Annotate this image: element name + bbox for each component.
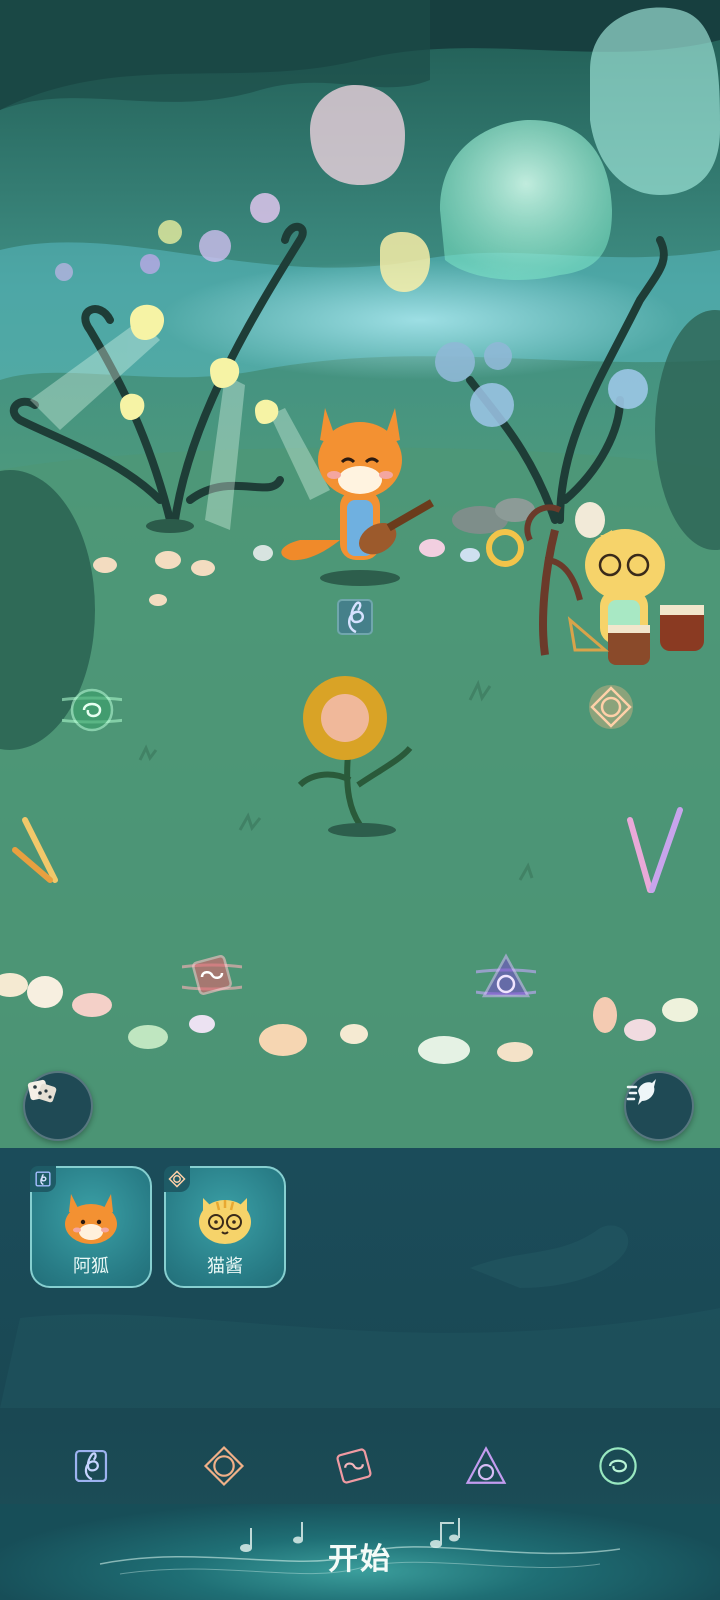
card-instrument-tag	[164, 1166, 190, 1192]
running-spirit-icon	[626, 1079, 656, 1105]
tab-pink-tablet[interactable]	[326, 1438, 382, 1494]
character-name-label: 猫酱	[207, 1256, 243, 1277]
green-swirl-rune-icon	[62, 688, 122, 732]
tab-diamond[interactable]	[196, 1438, 252, 1494]
diamond-rune-icon	[589, 685, 633, 729]
treble-clef-rune-icon	[35, 1171, 51, 1187]
diamond-rune-icon	[203, 1445, 245, 1487]
green-swirl-rune-icon	[599, 1447, 637, 1485]
character-card-fox[interactable]: 阿狐	[30, 1166, 152, 1288]
stage-slot-diamond[interactable]	[586, 682, 646, 742]
tab-green-swirl[interactable]	[590, 1438, 646, 1494]
forest-background	[0, 0, 720, 1148]
stage-slot-purple-triangle[interactable]	[476, 948, 536, 1008]
treble-clef-rune-icon	[337, 599, 373, 635]
speed-run-button[interactable]	[624, 1071, 694, 1141]
start-button[interactable]: 开始	[260, 1528, 460, 1584]
pink-tablet-rune-icon	[336, 1448, 372, 1484]
start-bar: 开始	[0, 1504, 720, 1600]
random-dice-button[interactable]	[23, 1071, 93, 1141]
card-instrument-tag	[30, 1166, 56, 1192]
stage-slot-treble-clef[interactable]	[330, 592, 390, 652]
character-name-label: 阿狐	[73, 1256, 109, 1277]
fox-avatar	[65, 1194, 117, 1244]
character-card-cat[interactable]: 猫酱	[164, 1166, 286, 1288]
dice-icon	[27, 1079, 57, 1103]
stage-slot-pink-tablet[interactable]	[182, 945, 242, 1005]
treble-clef-rune-icon	[74, 1449, 108, 1483]
purple-triangle-rune-icon	[476, 953, 536, 998]
tab-treble-clef[interactable]	[63, 1438, 119, 1494]
stage-slot-green-swirl[interactable]	[62, 680, 122, 740]
cat-avatar	[199, 1198, 251, 1244]
tab-purple-triangle[interactable]	[458, 1438, 514, 1494]
purple-triangle-rune-icon	[465, 1446, 507, 1484]
pink-tablet-rune-icon	[182, 955, 242, 995]
forest-stage-scene	[0, 0, 720, 1148]
diamond-rune-icon	[168, 1170, 186, 1188]
instrument-filter-tabs	[0, 1424, 720, 1504]
